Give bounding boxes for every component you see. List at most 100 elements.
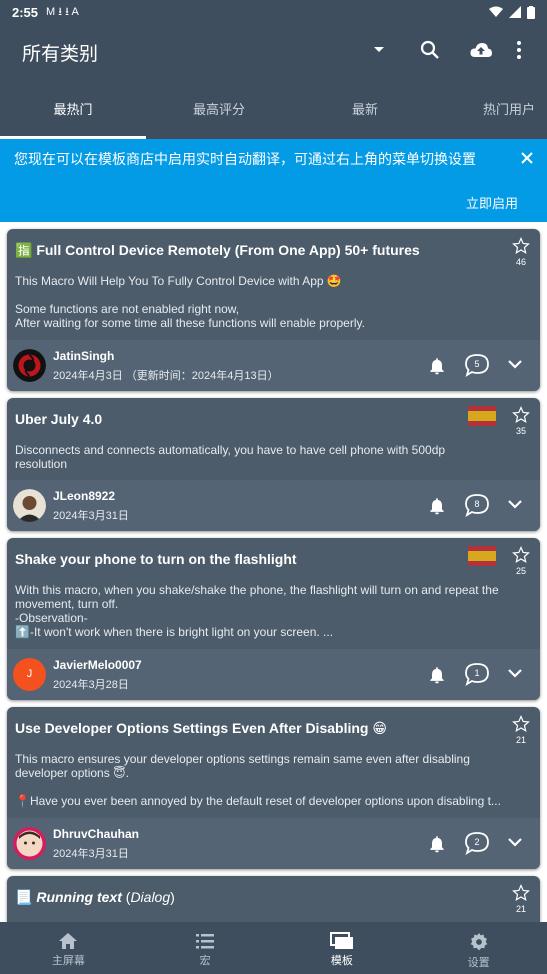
nav-home[interactable]: 主屏幕 [0, 922, 137, 974]
chevron-down-icon[interactable] [507, 356, 523, 372]
card-description: With this macro, when you shake/shake th… [15, 583, 530, 639]
star-icon[interactable] [512, 237, 530, 255]
description-line: With this macro, when you shake/shake th… [15, 583, 499, 597]
status-right-icons [489, 5, 535, 19]
list-icon [196, 934, 215, 949]
description-line: resolution [15, 457, 68, 471]
star-icon[interactable] [512, 715, 530, 733]
bell-icon[interactable] [427, 356, 447, 376]
template-card[interactable]: Uber July 4.0 35 Disconnects and connect… [7, 398, 540, 531]
nav-templates[interactable]: 模板 [274, 922, 411, 974]
app-bar: 所有类别 [0, 24, 547, 80]
templates-icon [329, 932, 353, 949]
bottom-navigation: 主屏幕 宏 模板 设置 [0, 922, 547, 974]
comments-button[interactable]: 2 [464, 831, 490, 855]
card-title-main: Running text [36, 889, 122, 905]
card-footer: JLeon8922 2024年3月31日 8 [7, 480, 540, 531]
avatar-image [13, 349, 46, 382]
dropdown-arrow-icon[interactable] [372, 42, 386, 56]
avatar[interactable] [13, 489, 46, 522]
star-count: 46 [515, 257, 526, 267]
card-footer: DhruvChauhan 2024年3月31日 2 [7, 818, 540, 869]
comments-button[interactable]: 1 [464, 662, 490, 686]
nav-macros[interactable]: 宏 [137, 922, 274, 974]
tab-newest[interactable]: 最新 [292, 80, 438, 139]
template-card[interactable]: 🈯 Full Control Device Remotely (From One… [7, 229, 540, 391]
bell-icon[interactable] [427, 496, 447, 516]
avatar[interactable] [13, 827, 46, 860]
star-rating[interactable]: 21 [512, 884, 530, 914]
cloud-upload-icon[interactable] [469, 38, 493, 62]
star-count: 35 [515, 426, 526, 436]
tab-bar: 最热门 最高评分 最新 热门用户 [0, 80, 547, 139]
star-rating[interactable]: 21 [512, 715, 530, 745]
tab-top-users[interactable]: 热门用户 [438, 80, 547, 139]
language-flag-icon [468, 546, 496, 566]
nav-settings[interactable]: 设置 [410, 922, 547, 974]
chevron-down-icon[interactable] [507, 665, 523, 681]
description-line: Disconnects and connects automatically, … [15, 443, 446, 457]
username[interactable]: JLeon8922 [53, 489, 115, 503]
description-line: 📍Have you ever been annoyed by the defau… [15, 794, 501, 808]
wifi-icon [489, 6, 503, 17]
signal-icon [509, 6, 521, 18]
chevron-down-icon[interactable] [507, 834, 523, 850]
description-line: ⬆️-It won't work when there is bright li… [15, 625, 334, 639]
card-title-suffix: (Dialog) [121, 889, 175, 905]
category-title[interactable]: 所有类别 [22, 39, 98, 66]
post-date: 2024年3月31日 [53, 848, 129, 860]
star-icon[interactable] [512, 406, 530, 424]
comment-count: 5 [474, 359, 480, 369]
nav-home-label: 主屏幕 [51, 955, 85, 967]
comments-button[interactable]: 5 [464, 353, 490, 377]
card-description: This macro ensures your developer option… [15, 752, 530, 808]
bell-icon[interactable] [427, 665, 447, 685]
star-count: 25 [515, 566, 526, 576]
status-time: 2:55 [12, 4, 39, 20]
more-vert-icon[interactable] [507, 38, 531, 62]
username[interactable]: JavierMelo0007 [53, 658, 142, 672]
description-line: Some functions are not enabled right now… [15, 302, 240, 316]
star-icon[interactable] [512, 884, 530, 902]
avatar[interactable] [13, 349, 46, 382]
comments-button[interactable]: 8 [464, 493, 490, 517]
home-icon [59, 933, 78, 949]
star-rating[interactable]: 25 [512, 546, 530, 576]
template-card[interactable]: Shake your phone to turn on the flashlig… [7, 538, 540, 700]
card-description: Disconnects and connects automatically, … [15, 443, 530, 471]
card-title: Shake your phone to turn on the flashlig… [15, 551, 297, 567]
description-line: developer options 😇. [15, 766, 129, 780]
search-icon[interactable] [418, 38, 442, 62]
star-icon[interactable] [512, 546, 530, 564]
nav-settings-label: 设置 [467, 957, 490, 969]
description-gap [15, 288, 530, 302]
star-rating[interactable]: 35 [512, 406, 530, 436]
card-footer: JatinSingh 2024年4月3日 （更新时间：2024年4月13日） 5 [7, 340, 540, 391]
post-date: 2024年4月3日 （更新时间：2024年4月13日） [53, 370, 279, 382]
post-date: 2024年3月31日 [53, 510, 129, 522]
card-title-dialog: Dialog [130, 889, 171, 905]
card-title: Uber July 4.0 [15, 411, 103, 427]
tab-top-rated[interactable]: 最高评分 [146, 80, 292, 139]
enable-now-button[interactable]: 立即启用 [466, 193, 518, 212]
description-line: -Observation- [15, 611, 88, 625]
avatar-image [13, 489, 46, 522]
template-card[interactable]: 📃 Running text (Dialog) 21 [7, 876, 540, 922]
template-list[interactable]: 🈯 Full Control Device Remotely (From One… [0, 222, 547, 922]
bell-icon[interactable] [427, 834, 447, 854]
template-card[interactable]: Use Developer Options Settings Even Afte… [7, 707, 540, 869]
username[interactable]: DhruvChauhan [53, 827, 139, 841]
card-title: Use Developer Options Settings Even Afte… [15, 720, 387, 736]
avatar[interactable]: J [13, 658, 46, 691]
username[interactable]: JatinSingh [53, 349, 114, 363]
tab-most-popular[interactable]: 最热门 [0, 80, 146, 139]
close-icon[interactable] [519, 150, 535, 166]
gear-icon [470, 932, 487, 951]
comment-count: 2 [474, 837, 480, 847]
star-count: 21 [515, 904, 526, 914]
star-rating[interactable]: 46 [512, 237, 530, 267]
description-line: This macro ensures your developer option… [15, 752, 470, 766]
comment-count: 1 [474, 668, 480, 678]
chevron-down-icon[interactable] [507, 496, 523, 512]
card-description: This Macro Will Help You To Fully Contro… [15, 274, 530, 330]
